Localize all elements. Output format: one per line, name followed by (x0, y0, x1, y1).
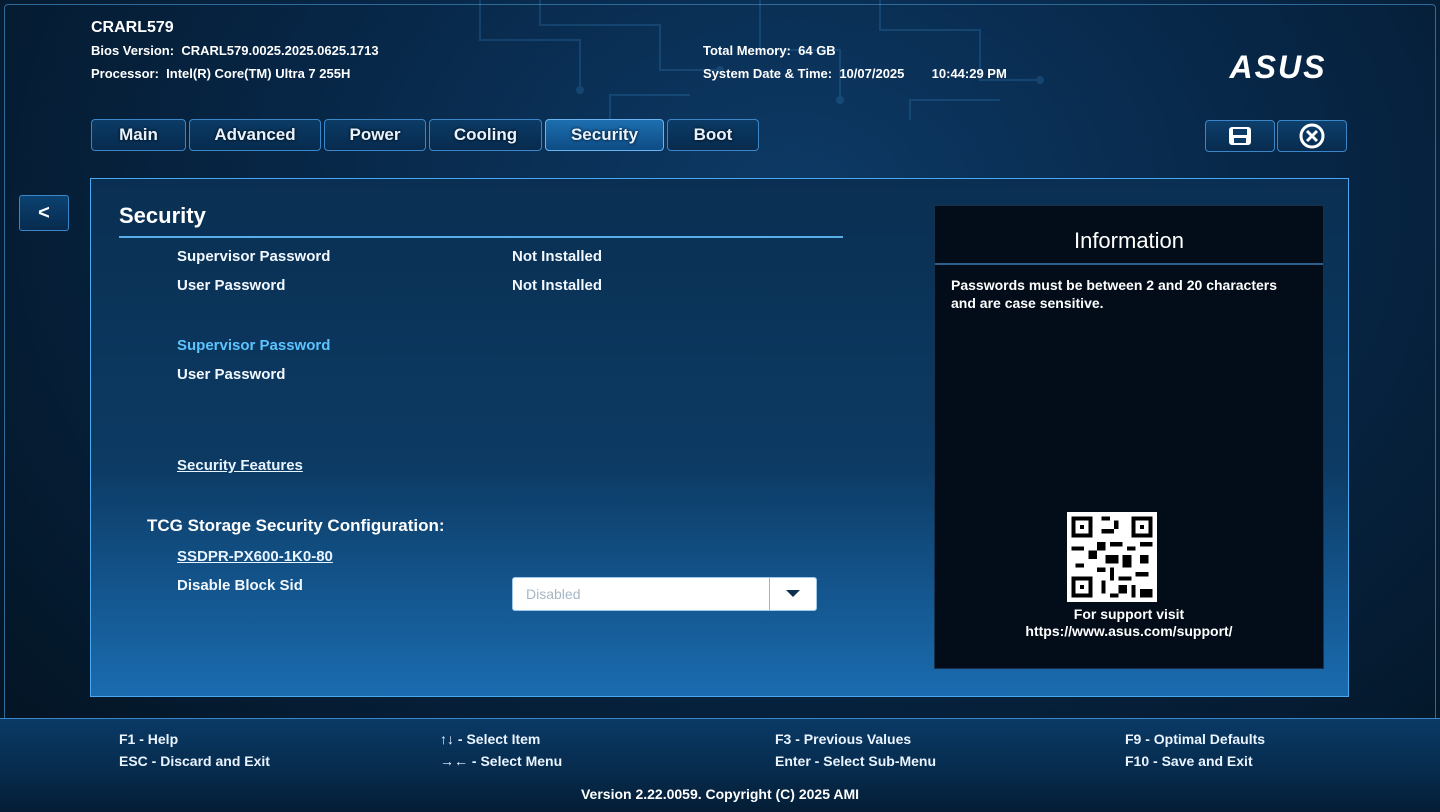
bios-version-row: Bios Version: CRARL579.0025.2025.0625.17… (91, 43, 379, 58)
hotkey-f1: F1 - Help (119, 731, 179, 747)
back-button[interactable]: < (19, 195, 69, 231)
hotkey-f3: F3 - Previous Values (775, 731, 912, 747)
block-sid-dropdown[interactable]: Disabled (512, 577, 817, 611)
total-memory-value: 64 GB (798, 43, 836, 58)
save-icon (1229, 127, 1251, 145)
supervisor-status-value: Not Installed (512, 248, 603, 265)
support-text: For support visit https://www.asus.com/s… (935, 606, 1323, 640)
set-user-password[interactable]: User Password (177, 366, 285, 383)
total-memory-row: Total Memory: 64 GB (703, 43, 836, 58)
processor-label: Processor: (91, 66, 159, 81)
qr-code-icon (1067, 512, 1157, 602)
block-sid-value: Disabled (526, 586, 581, 602)
tab-boot[interactable]: Boot (667, 119, 759, 151)
tab-advanced[interactable]: Advanced (189, 119, 321, 151)
exit-button[interactable] (1277, 120, 1347, 152)
version-text: Version 2.22.0059. Copyright (C) 2025 AM… (580, 786, 860, 802)
hotkey-enter: Enter - Select Sub-Menu (775, 753, 937, 769)
system-model: CRARL579 (91, 19, 174, 36)
tab-power[interactable]: Power (324, 119, 426, 151)
support-line-1: For support visit (1073, 606, 1185, 622)
tab-cooling[interactable]: Cooling (429, 119, 542, 151)
chevron-down-icon[interactable] (769, 578, 816, 610)
hotkey-select-menu: →← - Select Menu (440, 753, 563, 769)
security-features-link[interactable]: Security Features (177, 457, 303, 474)
hotkey-select-item: ↑↓ - Select Item (440, 731, 541, 747)
info-text: Passwords must be between 2 and 20 chara… (951, 277, 1278, 311)
time-value[interactable]: 10:44:29 PM (932, 66, 1007, 81)
processor-row: Processor: Intel(R) Core(TM) Ultra 7 255… (91, 66, 350, 81)
hotkey-f10: F10 - Save and Exit (1125, 753, 1253, 769)
tab-security[interactable]: Security (545, 119, 664, 151)
bios-version-value: CRARL579.0025.2025.0625.1713 (181, 43, 379, 58)
set-supervisor-password[interactable]: Supervisor Password (177, 337, 330, 354)
information-panel: Information Passwords must be between 2 … (934, 205, 1324, 669)
support-url: https://www.asus.com/support/ (1025, 623, 1233, 639)
page-title: Security (119, 203, 206, 228)
supervisor-status-label: Supervisor Password (177, 248, 331, 265)
main-tabs: Main Advanced Power Cooling Security Boo… (91, 119, 759, 153)
block-sid-label: Disable Block Sid (177, 577, 303, 594)
user-status-label: User Password (177, 277, 286, 294)
datetime-label: System Date & Time: (703, 66, 833, 81)
processor-value: Intel(R) Core(TM) Ultra 7 255H (166, 66, 351, 81)
asus-logo: ASUS (1229, 52, 1327, 82)
hotkey-f9: F9 - Optimal Defaults (1125, 731, 1266, 747)
info-title: Information (1073, 228, 1185, 253)
hotkey-esc: ESC - Discard and Exit (119, 753, 270, 769)
tcg-heading: TCG Storage Security Configuration: (147, 516, 445, 535)
title-divider (119, 236, 843, 238)
date-value[interactable]: 10/07/2025 (839, 66, 904, 81)
info-divider (935, 263, 1323, 265)
tab-main[interactable]: Main (91, 119, 186, 151)
bios-version-label: Bios Version: (91, 43, 175, 58)
circuit-decoration (479, 0, 1044, 120)
user-status-value: Not Installed (512, 277, 603, 294)
datetime-row: System Date & Time: 10/07/2025 10:44:29 … (703, 66, 1007, 81)
total-memory-label: Total Memory: (703, 43, 791, 58)
svg-text:ASUS: ASUS (1229, 52, 1327, 82)
save-button[interactable] (1205, 120, 1275, 152)
close-circle-icon (1299, 123, 1325, 149)
drive-link[interactable]: SSDPR-PX600-1K0-80 (177, 548, 333, 565)
